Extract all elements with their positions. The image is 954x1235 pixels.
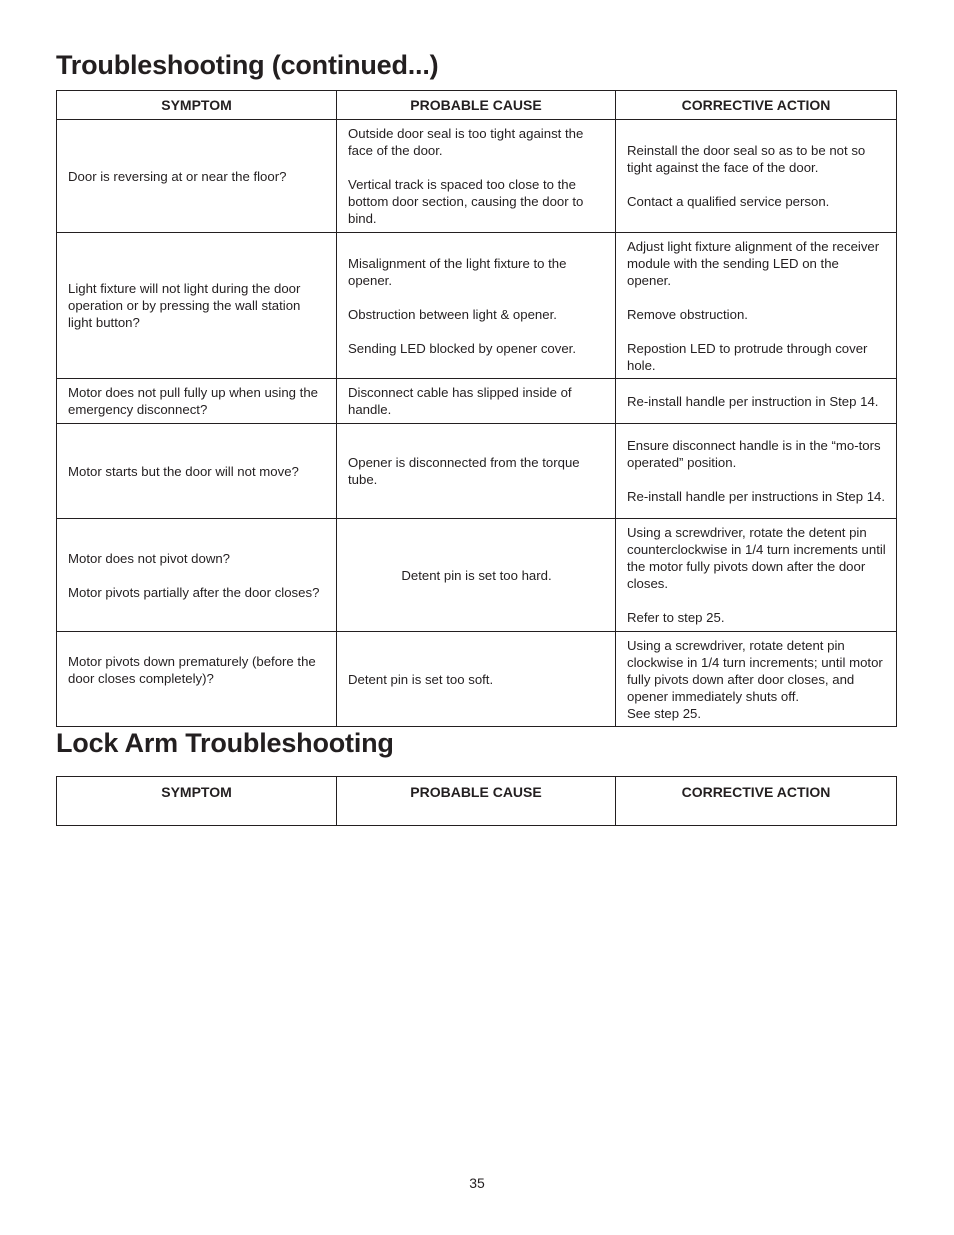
symptom-text: Motor does not pull fully up when using … xyxy=(68,385,318,417)
header-symptom: SYMPTOM xyxy=(56,776,337,826)
symptom-cell: Motor does not pull fully up when using … xyxy=(56,378,337,424)
symptom-text: Motor pivots down prematurely (before th… xyxy=(68,654,316,686)
action-text: Reinstall the door seal so as to be not … xyxy=(627,143,866,175)
cause-text: Obstruction between light & opener. xyxy=(348,306,557,322)
action-text: Contact a qualified service person. xyxy=(627,194,830,209)
action-text: Using a screwdriver, rotate detent pin c… xyxy=(627,637,883,704)
action-text: Re-install handle per instruction in Ste… xyxy=(627,393,879,409)
troubleshooting-table: SYMPTOM PROBABLE CAUSE CORRECTIVE ACTION… xyxy=(56,90,897,727)
cause-cell: Detent pin is set too soft. xyxy=(336,631,616,727)
action-text: Refer to step 25. xyxy=(627,610,725,625)
section-title-troubleshooting-continued: Troubleshooting (continued...) xyxy=(56,50,439,80)
table-row: Light fixture will not light during the … xyxy=(56,232,897,379)
action-cell: Using a screwdriver, rotate the detent p… xyxy=(615,518,897,632)
cause-cell: Opener is disconnected from the torque t… xyxy=(336,423,616,519)
table-header-row: SYMPTOM PROBABLE CAUSE CORRECTIVE ACTION xyxy=(56,90,897,120)
symptom-text: Motor does not pivot down? xyxy=(68,550,231,566)
table-row: Motor does not pivot down? Motor pivots … xyxy=(56,518,897,632)
header-symptom: SYMPTOM xyxy=(56,90,337,120)
cause-cell: Disconnect cable has slipped inside of h… xyxy=(336,378,616,424)
cause-text: Vertical track is spaced too close to th… xyxy=(348,177,584,226)
cause-text: Opener is disconnected from the torque t… xyxy=(348,455,580,487)
symptom-cell: Door is reversing at or near the floor? xyxy=(56,119,337,233)
cause-text: Outside door seal is too tight against t… xyxy=(348,126,584,158)
action-cell: Ensure disconnect handle is in the “mo-t… xyxy=(615,423,897,519)
table-row: Door is reversing at or near the floor? … xyxy=(56,119,897,233)
cause-text: Disconnect cable has slipped inside of h… xyxy=(348,385,572,417)
symptom-cell: Motor pivots down prematurely (before th… xyxy=(56,631,337,727)
cause-text: Detent pin is set too soft. xyxy=(348,671,494,687)
action-cell: Adjust light fixture alignment of the re… xyxy=(615,232,897,379)
header-probable-cause: PROBABLE CAUSE xyxy=(336,776,616,826)
lock-arm-troubleshooting-table: SYMPTOM PROBABLE CAUSE CORRECTIVE ACTION xyxy=(56,776,897,826)
symptom-cell: Motor does not pivot down? Motor pivots … xyxy=(56,518,337,632)
action-text: Repostion LED to protrude through cover … xyxy=(627,340,868,373)
symptom-text: Motor starts but the door will not move? xyxy=(68,463,299,479)
action-text: Ensure disconnect handle is in the “mo-t… xyxy=(627,438,881,470)
action-cell: Re-install handle per instruction in Ste… xyxy=(615,378,897,424)
section-title-lock-arm-troubleshooting: Lock Arm Troubleshooting xyxy=(56,728,394,758)
action-cell: Reinstall the door seal so as to be not … xyxy=(615,119,897,233)
cause-text: Misalignment of the light fixture to the… xyxy=(348,255,567,288)
action-text: Re-install handle per instructions in St… xyxy=(627,489,886,504)
cause-cell: Misalignment of the light fixture to the… xyxy=(336,232,616,379)
action-cell: Using a screwdriver, rotate detent pin c… xyxy=(615,631,897,727)
action-text: Using a screwdriver, rotate the detent p… xyxy=(627,525,886,591)
symptom-text: Motor pivots partially after the door cl… xyxy=(68,584,320,600)
table-header-row: SYMPTOM PROBABLE CAUSE CORRECTIVE ACTION xyxy=(56,776,897,826)
cause-text: Sending LED blocked by opener cover. xyxy=(348,340,576,356)
cause-cell: Detent pin is set too hard. xyxy=(336,518,616,632)
table-row: Motor starts but the door will not move?… xyxy=(56,423,897,519)
table-row: Motor pivots down prematurely (before th… xyxy=(56,631,897,727)
action-text: See step 25. xyxy=(627,705,702,721)
cause-text: Detent pin is set too hard. xyxy=(401,567,552,583)
symptom-cell: Light fixture will not light during the … xyxy=(56,232,337,379)
symptom-text: Door is reversing at or near the floor? xyxy=(68,168,287,184)
page-number: 35 xyxy=(469,1175,485,1191)
header-corrective-action: CORRECTIVE ACTION xyxy=(615,90,897,120)
symptom-cell: Motor starts but the door will not move? xyxy=(56,423,337,519)
cause-cell: Outside door seal is too tight against t… xyxy=(336,119,616,233)
header-corrective-action: CORRECTIVE ACTION xyxy=(615,776,897,826)
symptom-text: Light fixture will not light during the … xyxy=(68,281,301,330)
header-probable-cause: PROBABLE CAUSE xyxy=(336,90,616,120)
action-text: Remove obstruction. xyxy=(627,306,748,322)
action-text: Adjust light fixture alignment of the re… xyxy=(627,238,880,288)
table-row: Motor does not pull fully up when using … xyxy=(56,378,897,424)
